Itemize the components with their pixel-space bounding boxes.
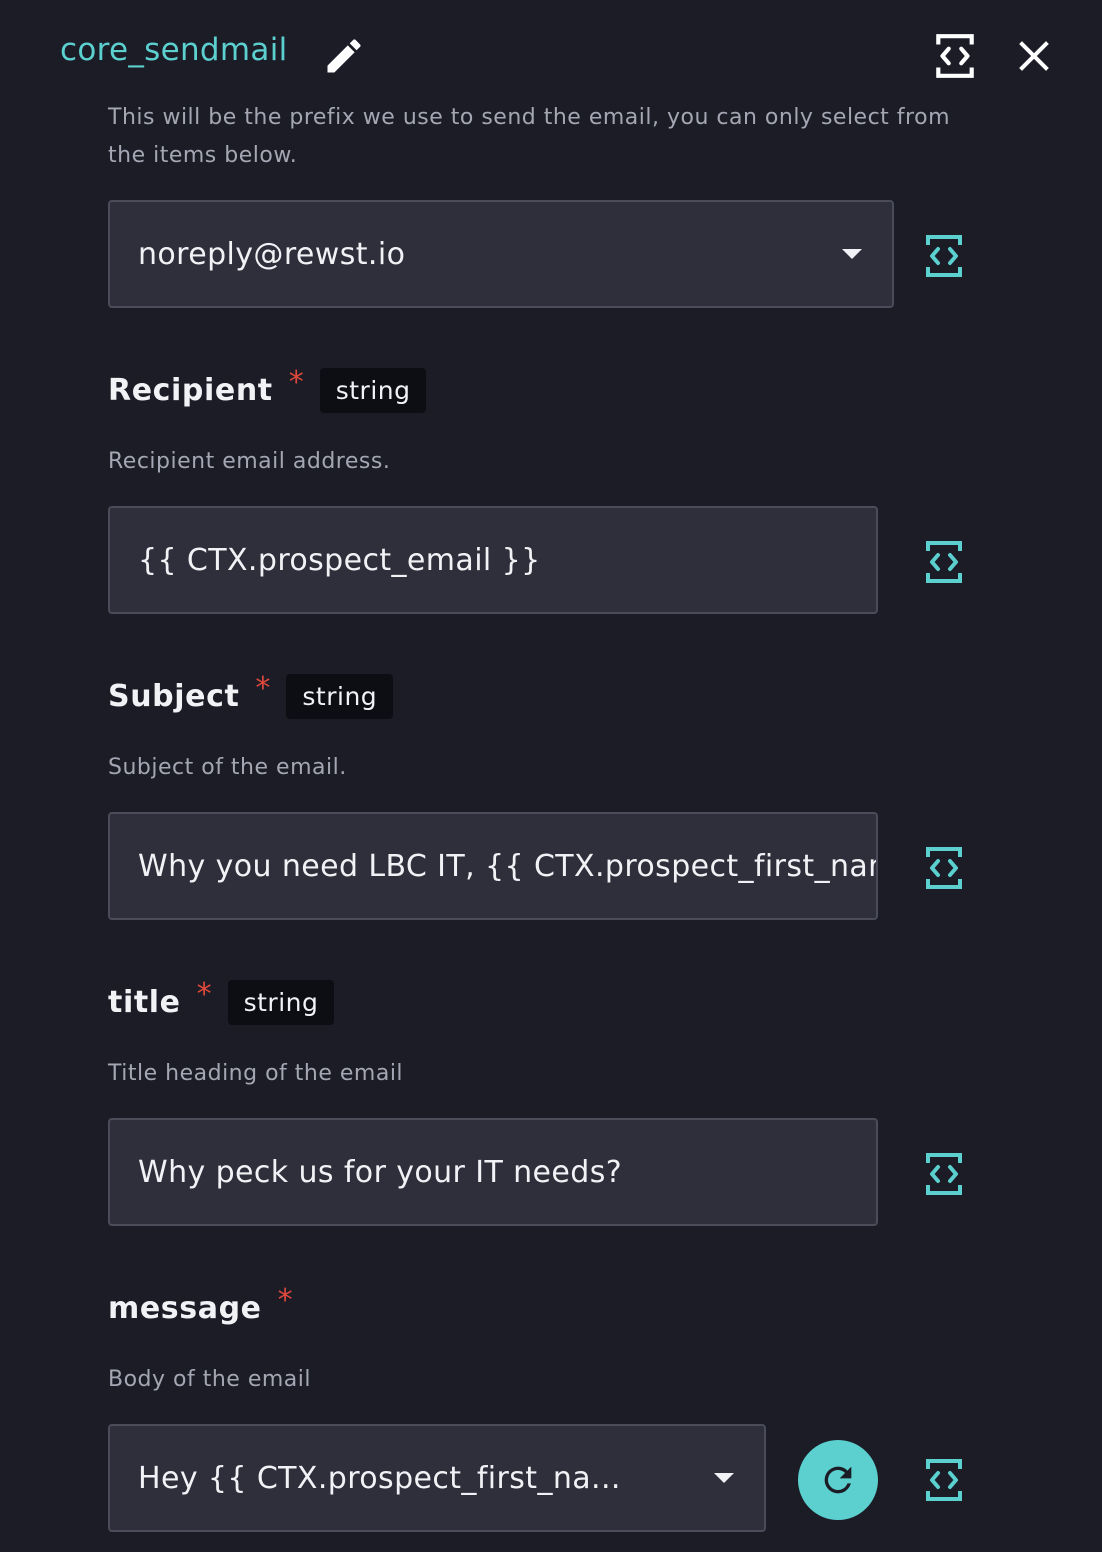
sender-description-line2: the items below. [108, 143, 298, 168]
sender-description: This will be the prefix we use to send t… [108, 99, 950, 175]
chevron-down-icon[interactable] [842, 249, 862, 259]
recipient-label-row: Recipient * string [108, 364, 427, 414]
action-title: core_sendmail [60, 32, 288, 68]
code-brackets-icon[interactable] [924, 539, 964, 585]
message-label-row: message * [108, 1282, 293, 1332]
close-icon[interactable] [1014, 36, 1054, 76]
required-marker: * [255, 670, 271, 706]
code-brackets-icon[interactable] [924, 1457, 964, 1503]
sendmail-panel: core_sendmail This will be the prefix we… [0, 0, 1102, 1552]
title-input-value: Why peck us for your IT needs? [138, 1154, 623, 1190]
message-description: Body of the email [108, 1367, 311, 1392]
recipient-description: Recipient email address. [108, 449, 391, 474]
title-description: Title heading of the email [108, 1061, 404, 1086]
chevron-down-icon[interactable] [714, 1473, 734, 1483]
message-label: message [108, 1290, 262, 1326]
sender-select-value: noreply@rewst.io [138, 236, 406, 272]
subject-label-row: Subject * string [108, 670, 394, 720]
recipient-input-value: {{ CTX.prospect_email }} [138, 542, 541, 578]
required-marker: * [196, 976, 212, 1012]
refresh-icon [824, 1466, 852, 1494]
message-select-value: Hey {{ CTX.prospect_first_na... [138, 1460, 621, 1496]
subject-label: Subject [108, 678, 240, 714]
recipient-input[interactable]: {{ CTX.prospect_email }} [108, 506, 878, 614]
type-badge: string [319, 367, 427, 413]
code-brackets-icon[interactable] [924, 845, 964, 891]
type-badge: string [286, 673, 394, 719]
required-marker: * [288, 364, 304, 400]
subject-input[interactable]: Why you need LBC IT, {{ CTX.prospect_fir… [108, 812, 878, 920]
pencil-icon[interactable] [322, 34, 366, 78]
title-label-row: title * string [108, 976, 335, 1026]
sender-select[interactable]: noreply@rewst.io [108, 200, 894, 308]
sender-description-line1: This will be the prefix we use to send t… [108, 105, 950, 130]
title-label: title [108, 984, 181, 1020]
code-brackets-icon[interactable] [934, 32, 976, 80]
recipient-label: Recipient [108, 372, 273, 408]
message-select[interactable]: Hey {{ CTX.prospect_first_na... [108, 1424, 766, 1532]
subject-description: Subject of the email. [108, 755, 347, 780]
title-input[interactable]: Why peck us for your IT needs? [108, 1118, 878, 1226]
required-marker: * [277, 1282, 293, 1318]
subject-input-value: Why you need LBC IT, {{ CTX.prospect_fir… [138, 848, 878, 884]
code-brackets-icon[interactable] [924, 1151, 964, 1197]
type-badge: string [227, 979, 335, 1025]
refresh-button[interactable] [798, 1440, 878, 1520]
code-brackets-icon[interactable] [924, 233, 964, 279]
